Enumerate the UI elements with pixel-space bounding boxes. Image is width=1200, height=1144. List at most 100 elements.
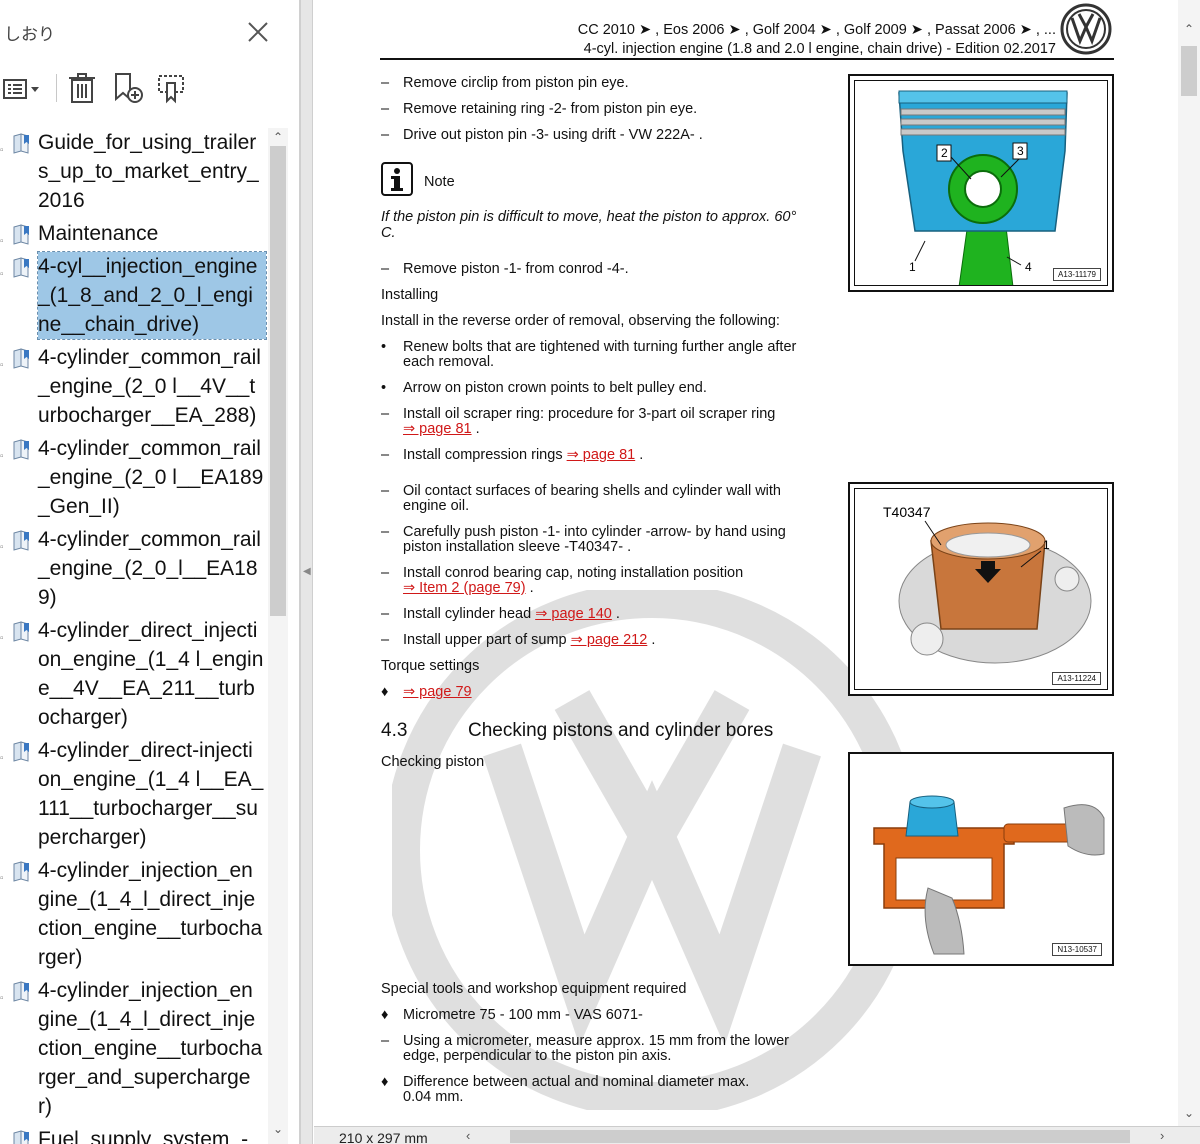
scroll-down-icon[interactable]: ⌄ xyxy=(1182,1106,1196,1120)
bookmark-item[interactable]: ▫ Guide_for_using_trailers_up_to_market_e… xyxy=(0,128,266,215)
document-scroll-thumb[interactable] xyxy=(1181,46,1197,96)
bookmark-item[interactable]: ▫ Maintenance xyxy=(0,219,266,248)
bullet-dash: – xyxy=(381,406,390,422)
step-oil-scraper: – Install oil scraper ring: procedure for… xyxy=(381,406,775,422)
figure-code: A13-11224 xyxy=(1052,672,1101,685)
status-bar: 210 x 297 mm ‹ › xyxy=(314,1126,1200,1144)
link-page-140[interactable]: ⇒ page 140 xyxy=(535,606,612,622)
link-page-81-b[interactable]: ⇒ page 81 xyxy=(567,447,636,463)
figure-micrometer: N13-10537 xyxy=(848,752,1114,966)
bullet-diamond: ♦ xyxy=(381,1074,389,1090)
figure-frame: N13-10537 xyxy=(854,758,1108,960)
options-menu-icon[interactable] xyxy=(2,70,42,106)
callout-4: 4 xyxy=(1025,260,1032,274)
collapse-panel-icon[interactable]: ◀ xyxy=(303,566,311,577)
step-text: Install oil scraper ring: procedure for … xyxy=(403,406,776,422)
link-item-2[interactable]: ⇒ Item 2 (page 79) xyxy=(403,580,526,596)
step-push-piston: – Carefully push piston -1- into cylinder… xyxy=(381,524,786,540)
section-title: Checking pistons and cylinder bores xyxy=(468,720,774,741)
expand-toggle-icon[interactable]: ▫ xyxy=(0,984,4,1013)
bookmark-item[interactable]: ▫ 4-cylinder_direct_injection_engine_(1_4… xyxy=(0,616,266,732)
step-remove-retaining-ring: – Remove retaining ring -2- from piston p… xyxy=(381,101,697,117)
step-text: Remove piston -1- from conrod -4-. xyxy=(403,261,629,277)
figure-frame: 2 3 1 4 A13-11179 xyxy=(854,80,1108,286)
bookmark-label: 4-cylinder_injection_engine_(1_4_l_direc… xyxy=(38,859,263,969)
step-remove-piston: – Remove piston -1- from conrod -4-. xyxy=(381,261,629,277)
expand-toggle-icon[interactable]: ▫ xyxy=(0,442,4,471)
bookmark-item[interactable]: ▫ 4-cylinder_direct-injection_engine_(1_4… xyxy=(0,736,266,852)
bullet-dash: – xyxy=(381,606,390,622)
bookmark-item[interactable]: ▫ 4-cylinder_common_rail_engine_(2_0 l__4… xyxy=(0,343,266,430)
bookmark-item[interactable]: ▫ 4-cyl__injection_engine_(1_8_and_2_0_l_… xyxy=(0,251,267,340)
bookmark-icon xyxy=(12,980,34,1010)
difference-line-cont: 0.04 mm. xyxy=(403,1089,464,1105)
new-bookmark-icon[interactable] xyxy=(108,70,146,106)
bullet-dash: – xyxy=(381,75,390,91)
difference-line: ♦ Difference between actual and nominal d… xyxy=(381,1074,749,1090)
bookmark-icon xyxy=(12,740,34,770)
bookmark-label: Maintenance xyxy=(38,222,159,245)
document-vertical-scrollbar[interactable]: ⌃ ⌄ xyxy=(1178,0,1200,1126)
installing-heading: Installing xyxy=(381,287,439,303)
expand-toggle-icon[interactable]: ▫ xyxy=(0,136,4,165)
scroll-left-icon[interactable]: ‹ xyxy=(466,1128,470,1143)
micrometer-illustration xyxy=(873,795,1105,955)
step-text: Remove retaining ring -2- from piston pi… xyxy=(403,101,698,117)
bookmark-label: Fuel_supply_system_-_Diesel_engines xyxy=(38,1128,260,1144)
bullet-renew-bolts-cont: each removal. xyxy=(403,354,495,370)
vw-logo-icon xyxy=(1060,3,1112,60)
bookmark-item[interactable]: ▫ 4-cylinder_injection_engine_(1_4_l_dire… xyxy=(0,976,266,1121)
torque-heading: Torque settings xyxy=(381,658,480,674)
figure-piston-pin: 2 3 1 4 A13-11179 xyxy=(848,74,1114,292)
scroll-up-icon[interactable]: ⌃ xyxy=(271,130,285,144)
expand-toggle-icon[interactable]: ▫ xyxy=(0,351,4,380)
bookmark-item[interactable]: ▫ 4-cylinder_common_rail_engine_(2_0_l__E… xyxy=(0,525,266,612)
expand-toggle-icon[interactable]: ▫ xyxy=(0,624,4,653)
step-remove-circlip: – Remove circlip from piston pin eye. xyxy=(381,75,629,91)
expand-toggle-icon[interactable]: ▫ xyxy=(0,1133,4,1144)
figure-frame: T40347 1 A13-11224 xyxy=(854,488,1108,690)
link-page-81[interactable]: ⇒ page 81 xyxy=(403,421,472,437)
bookmark-properties-icon[interactable] xyxy=(152,70,190,106)
scroll-up-icon[interactable]: ⌃ xyxy=(1182,22,1196,36)
expand-toggle-icon[interactable]: ▫ xyxy=(0,533,4,562)
bullet-dash: – xyxy=(381,524,390,540)
horizontal-scroll-thumb[interactable] xyxy=(510,1130,1130,1143)
special-tools-heading: Special tools and workshop equipment req… xyxy=(381,981,687,997)
expand-toggle-icon[interactable]: ▫ xyxy=(0,744,4,773)
step-measure: – Using a micrometer, measure approx. 15 … xyxy=(381,1033,789,1049)
bookmark-item[interactable]: ▫ 4-cylinder_injection_engine_(1_4_l_dire… xyxy=(0,856,266,972)
piston-illustration: 2 3 1 4 xyxy=(898,90,1068,285)
link-page-79[interactable]: ⇒ page 79 xyxy=(403,684,472,700)
install-intro: Install in the reverse order of removal,… xyxy=(381,313,780,329)
panel-splitter[interactable]: ◀ xyxy=(300,0,313,1144)
callout-2: 2 xyxy=(941,146,948,160)
bookmark-icon xyxy=(12,223,34,253)
close-icon[interactable] xyxy=(246,20,270,44)
bookmark-item[interactable]: ▫ Fuel_supply_system_-_Diesel_engines xyxy=(0,1125,266,1144)
step-oil-surfaces-cont: engine oil. xyxy=(403,498,470,514)
delete-icon[interactable] xyxy=(64,70,100,106)
note-label: Note xyxy=(424,174,455,190)
scroll-right-icon[interactable]: › xyxy=(1160,1128,1164,1143)
bookmark-scrollbar[interactable]: ⌃ ⌄ xyxy=(268,128,288,1144)
bookmark-item[interactable]: ▫ 4-cylinder_common_rail_engine_(2_0 l__E… xyxy=(0,434,266,521)
scroll-down-icon[interactable]: ⌄ xyxy=(271,1122,285,1136)
difference-text: Difference between actual and nominal di… xyxy=(403,1074,750,1090)
step-text: Remove circlip from piston pin eye. xyxy=(403,75,629,91)
bookmark-scroll-thumb[interactable] xyxy=(270,146,286,616)
callout-1: 1 xyxy=(909,260,916,274)
step-text: Install compression rings xyxy=(403,447,563,463)
bookmark-tree: ▫ Guide_for_using_trailers_up_to_market_e… xyxy=(0,128,268,1144)
page-size-indicator: 210 x 297 mm xyxy=(339,1130,428,1144)
bookmark-label: 4-cylinder_common_rail_engine_(2_0 l__EA… xyxy=(38,437,264,518)
expand-toggle-icon[interactable]: ▫ xyxy=(0,864,4,893)
figure-installation-sleeve: T40347 1 A13-11224 xyxy=(848,482,1114,696)
note-text-1: If the piston pin is difficult to move, … xyxy=(381,209,797,225)
bookmark-icon xyxy=(12,1129,34,1144)
step-text: Install cylinder head xyxy=(403,606,532,622)
link-page-212[interactable]: ⇒ page 212 xyxy=(571,632,648,648)
expand-toggle-icon[interactable]: ▫ xyxy=(0,260,4,289)
step-oil-scraper-cont: ⇒ page 81 . xyxy=(403,421,480,437)
step-text: Drive out piston pin -3- using drift - V… xyxy=(403,127,703,143)
